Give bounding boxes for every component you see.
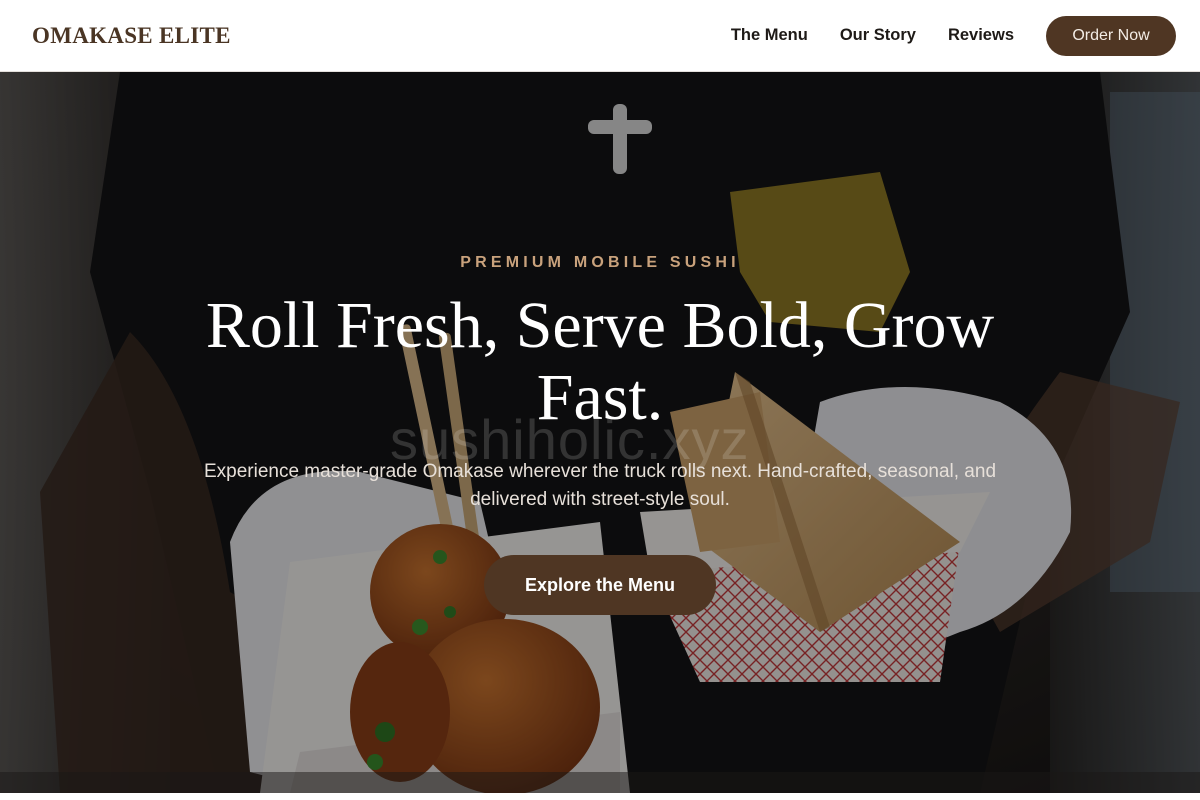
explore-menu-button[interactable]: Explore the Menu xyxy=(484,555,716,615)
hero-subtitle: Experience master-grade Omakase wherever… xyxy=(203,461,997,510)
nav-link-our-story[interactable]: Our Story xyxy=(840,26,916,45)
hero-eyebrow: PREMIUM MOBILE SUSHI xyxy=(460,254,740,271)
nav-link-reviews[interactable]: Reviews xyxy=(948,26,1014,45)
site-header: OMAKASE ELITE The Menu Our Story Reviews… xyxy=(0,0,1200,72)
main-nav: The Menu Our Story Reviews Order Now xyxy=(731,15,1176,56)
hero-section: PREMIUM MOBILE SUSHI Roll Fresh, Serve B… xyxy=(0,72,1200,793)
order-now-button[interactable]: Order Now xyxy=(1046,15,1176,56)
brand-logo[interactable]: OMAKASE ELITE xyxy=(32,23,231,49)
nav-link-menu[interactable]: The Menu xyxy=(731,26,808,45)
